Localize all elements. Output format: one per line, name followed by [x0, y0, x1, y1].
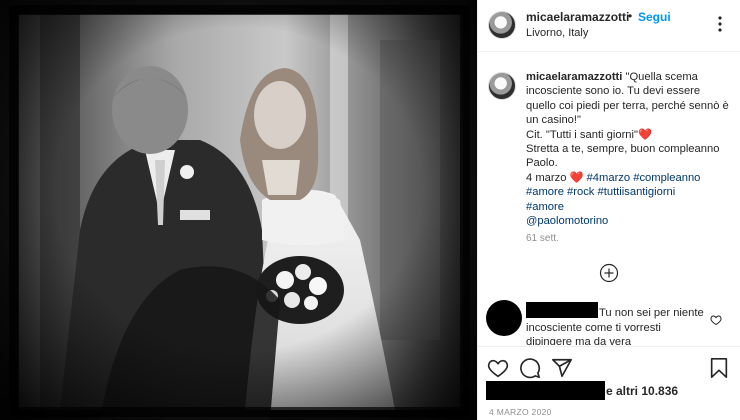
post-header: micaelaramazzotti • Segui Livorno, Italy	[478, 0, 740, 52]
hashtag-link[interactable]: #amore	[526, 186, 564, 198]
caption-avatar[interactable]	[488, 72, 516, 100]
commenter-avatar[interactable]	[486, 300, 522, 336]
share-icon[interactable]	[551, 357, 573, 379]
heart-emoji: ❤️	[569, 171, 584, 184]
redacted-liker	[486, 381, 605, 400]
post-side-panel: micaelaramazzotti • Segui Livorno, Italy…	[477, 0, 740, 420]
comment-icon[interactable]	[519, 357, 541, 379]
caption-text: micaelaramazzotti "Quella scema incoscie…	[526, 70, 731, 228]
caption-username[interactable]: micaelaramazzotti	[526, 71, 622, 83]
hashtag-link[interactable]: #4marzo	[587, 172, 631, 184]
hashtag-link[interactable]: #rock	[567, 186, 594, 198]
likes-count[interactable]: e altri 10.836	[606, 384, 678, 398]
likes-summary[interactable]: e altri 10.836	[486, 381, 736, 401]
author-username[interactable]: micaelaramazzotti	[526, 10, 629, 24]
hashtag-link[interactable]: #compleanno	[633, 172, 700, 184]
hashtag-link[interactable]: #amore	[526, 201, 564, 213]
post-photo[interactable]	[0, 0, 477, 420]
comment-heart-icon[interactable]	[710, 314, 722, 326]
follow-button[interactable]: Segui	[638, 10, 671, 24]
mention-link[interactable]: @paolomotorino	[526, 215, 608, 227]
hashtag-link[interactable]: #tuttiisantigiorni	[598, 186, 676, 198]
post-location[interactable]: Livorno, Italy	[526, 27, 588, 39]
caption-wish: Stretta a te, sempre, buon compleanno Pa…	[526, 143, 720, 170]
caption-timestamp[interactable]: 61 sett.	[526, 233, 559, 244]
more-options-icon[interactable]	[712, 14, 728, 34]
bookmark-icon[interactable]	[708, 357, 730, 379]
separator-dot: •	[628, 9, 633, 23]
plus-circle-icon[interactable]	[599, 263, 619, 283]
comment-item: Tu non sei per niente incosciente come t…	[478, 300, 740, 345]
post-caption: micaelaramazzotti "Quella scema incoscie…	[478, 52, 740, 297]
action-bar	[478, 346, 740, 382]
heart-icon[interactable]	[487, 357, 509, 379]
heart-emoji: ❤️	[637, 128, 652, 141]
author-avatar[interactable]	[488, 11, 516, 39]
caption-date-text: 4 marzo	[526, 171, 567, 184]
wedding-photo-image	[0, 0, 477, 420]
post-date[interactable]: 4 MARZO 2020	[489, 407, 552, 417]
comment-text: Tu non sei per niente incosciente come t…	[526, 307, 704, 345]
caption-citation: Cit. "Tutti i santi giorni"	[526, 128, 638, 141]
